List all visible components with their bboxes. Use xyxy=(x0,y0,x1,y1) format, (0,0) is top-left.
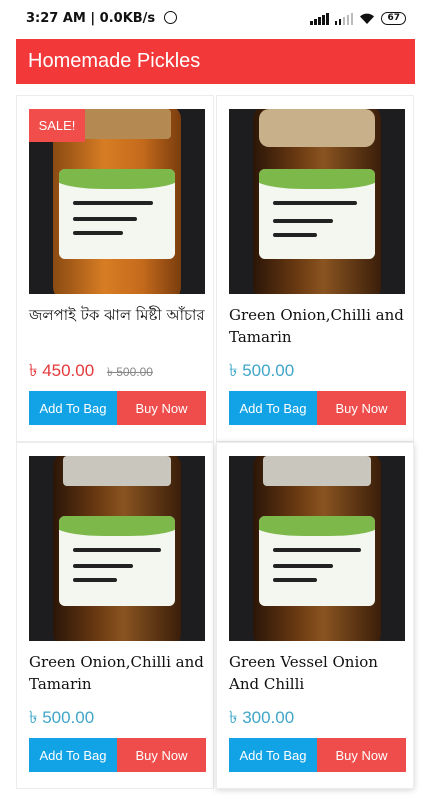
status-speed: 0.0KB/s xyxy=(99,11,156,26)
app-bar: Homemade Pickles xyxy=(16,39,415,84)
status-time: 3:27 AM xyxy=(26,11,86,26)
product-price: ৳ 450.00 ৳ 500.00 xyxy=(29,358,153,386)
cell-signal-2-icon xyxy=(334,12,354,25)
alarm-icon xyxy=(163,11,177,24)
product-card[interactable]: Green Onion,Chilli and Tamarin ৳ 500.00 … xyxy=(16,442,214,789)
cell-signal-icon xyxy=(310,12,329,25)
product-name[interactable]: Green Onion,Chilli and Tamarin xyxy=(229,304,409,348)
current-price: ৳ 450.00 xyxy=(29,361,95,380)
product-name[interactable]: Green Vessel Onion And Chilli xyxy=(229,651,409,695)
sale-badge: SALE! xyxy=(29,109,85,142)
add-to-bag-button[interactable]: Add To Bag xyxy=(229,391,317,425)
product-card[interactable]: Green Vessel Onion And Chilli ৳ 300.00 A… xyxy=(216,442,414,789)
old-price: ৳ 500.00 xyxy=(106,365,153,379)
product-price: ৳ 500.00 xyxy=(229,361,295,380)
status-left: 3:27 AM | 0.0KB/s xyxy=(26,11,177,26)
battery-icon: 67 xyxy=(381,12,406,25)
product-price: ৳ 500.00 xyxy=(29,708,95,727)
page-title: Homemade Pickles xyxy=(28,50,201,72)
product-name[interactable]: Green Onion,Chilli and Tamarin xyxy=(29,651,209,695)
buy-now-button[interactable]: Buy Now xyxy=(117,391,206,425)
buy-now-button[interactable]: Buy Now xyxy=(317,738,406,772)
product-card[interactable]: Green Onion,Chilli and Tamarin ৳ 500.00 … xyxy=(216,95,414,442)
status-right: 67 xyxy=(310,12,406,25)
add-to-bag-button[interactable]: Add To Bag xyxy=(229,738,317,772)
product-name[interactable]: জলপাই টক ঝাল মিষ্টী আঁচার xyxy=(29,304,209,326)
product-price: ৳ 300.00 xyxy=(229,708,295,727)
buy-now-button[interactable]: Buy Now xyxy=(317,391,406,425)
product-grid: SALE! জলপাই টক ঝাল মিষ্টী আঁচার ৳ 450.00… xyxy=(16,95,416,800)
add-to-bag-button[interactable]: Add To Bag xyxy=(29,391,117,425)
status-bar: 3:27 AM | 0.0KB/s 67 xyxy=(0,0,432,38)
product-image[interactable] xyxy=(229,456,405,641)
product-image[interactable] xyxy=(229,109,405,294)
product-image[interactable] xyxy=(29,456,205,641)
add-to-bag-button[interactable]: Add To Bag xyxy=(29,738,117,772)
buy-now-button[interactable]: Buy Now xyxy=(117,738,206,772)
product-card[interactable]: SALE! জলপাই টক ঝাল মিষ্টী আঁচার ৳ 450.00… xyxy=(16,95,214,442)
wifi-icon xyxy=(360,13,375,24)
